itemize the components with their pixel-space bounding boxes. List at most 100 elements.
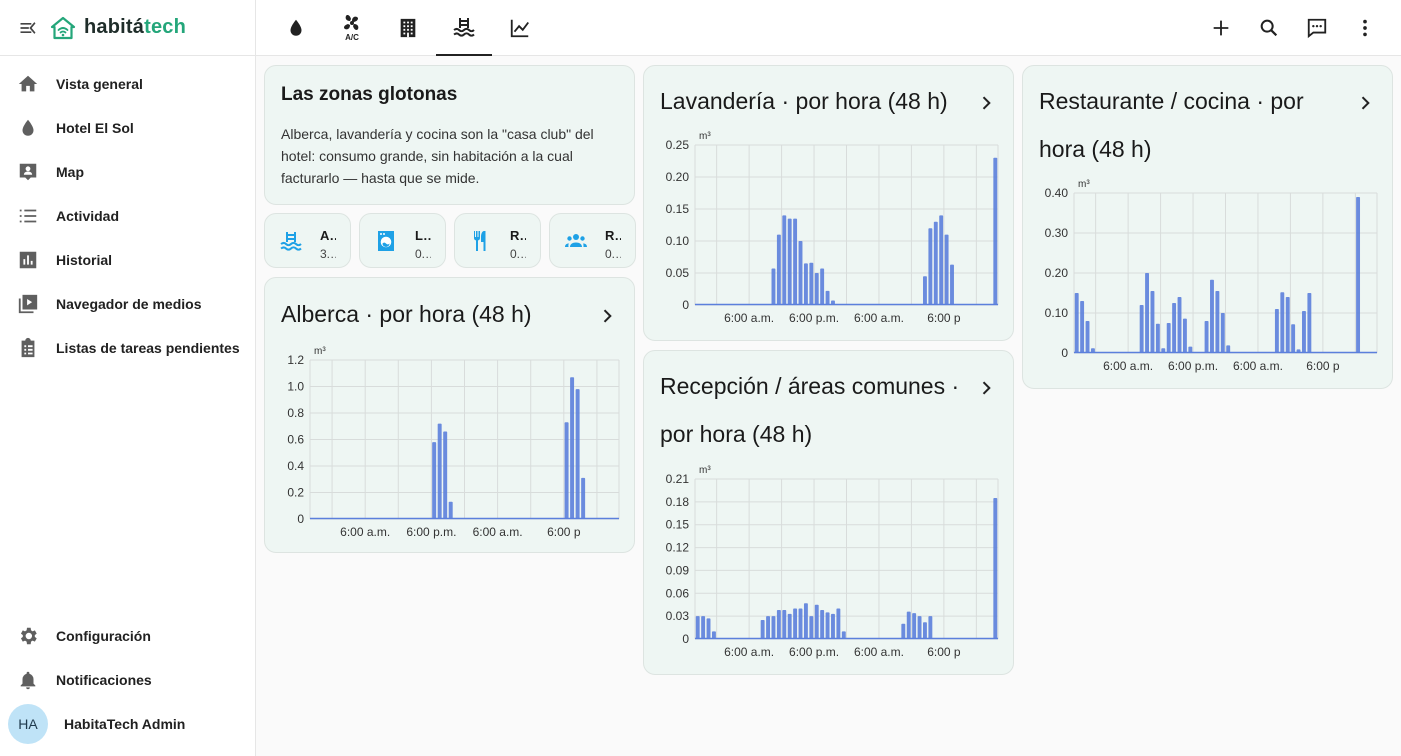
x-tick-label: 6:00 a.m. [724,311,774,325]
chart-card-alberca[interactable]: Alberca · por hora (48 h) m³ 0 0.2 0.4 0.6 0.… [264,277,635,553]
sidebar-item-configuracion[interactable]: Configuración [0,614,255,658]
chart-bar [831,613,835,639]
x-tick-label: 6:00 p [547,525,581,539]
chart-bar [793,218,798,305]
sidebar-item-label: Configuración [56,628,151,644]
bar-chart-icon [19,251,37,269]
chart-bar [1172,303,1177,353]
tab-agua[interactable] [268,0,324,56]
sidebar-bottom: Configuración Notificaciones HA HabitaTe… [0,614,255,746]
intro-title: Las zonas glotonas [281,84,458,105]
tile-alberca[interactable]: A… 3.… [264,213,351,268]
sidebar-item-navegador-de-medios[interactable]: Navegador de medios [0,282,255,326]
ac-label: A/C [345,33,359,42]
water-drop-icon [22,119,34,136]
chart-bar [928,616,933,639]
sidebar-item-hotel-el-sol[interactable]: Hotel El Sol [0,106,255,150]
sidebar-item-label: Navegador de medios [56,296,202,312]
y-tick-label: 1.2 [287,353,304,367]
x-tick-label: 6:00 p.m. [1168,359,1218,373]
chart-bar [950,264,954,305]
chart-bar [809,262,814,305]
sidebar-user[interactable]: HA HabitaTech Admin [0,702,255,746]
house-wifi-icon [50,16,76,39]
recepcion-chart: m³ 0 0.03 0.06 0.09 0.12 0.15 0.18 0.21 6:00 a.m.… [666,465,999,659]
sidebar-item-listas-de-tareas[interactable]: Listas de tareas pendientes [0,326,255,370]
sidebar-item-actividad[interactable]: Actividad [0,194,255,238]
search-button[interactable] [1245,4,1293,52]
tile-name: R… [605,228,621,243]
chart-bar [1291,324,1296,353]
tab-alberca[interactable] [436,0,492,56]
y-tick-label: 0 [1061,346,1068,360]
y-tick-label: 0.15 [666,518,690,532]
chart-card-lavanderia[interactable]: Lavandería · por hora (48 h) m³ 0 0.05 0.10… [643,65,1014,341]
lavanderia-chart: m³ 0 0.05 0.10 0.15 0.20 0.25 6:00 a.m. 6:00 p.m… [666,131,999,325]
chart-bar [787,218,792,305]
more-button[interactable] [1341,4,1389,52]
chart-bar [564,422,569,519]
chart-bar [1226,345,1231,353]
tile-restaurante[interactable]: R… 0.… [454,213,541,268]
sidebar-item-map[interactable]: Map [0,150,255,194]
chart-bar [701,616,706,639]
y-tick-label: 0.18 [666,495,690,509]
chart-bar [570,377,575,519]
chart-bar [836,608,841,639]
home-icon [18,75,38,92]
pool-icon [280,232,302,251]
chart-bar [711,631,716,639]
x-tick-label: 6:00 a.m. [854,645,904,659]
chart-bar [782,215,787,305]
chevron-right-icon [982,96,991,110]
open-chart-button[interactable] [595,304,619,328]
add-button[interactable] [1197,4,1245,52]
chart-bar [1074,293,1079,353]
open-chart-button[interactable] [1353,91,1377,115]
tab-graficas[interactable] [492,0,548,56]
chart-bar [695,616,700,639]
chart-bar [787,613,792,639]
chart-card-title: Lavandería · por hora (48 h) [660,88,948,114]
x-tick-label: 6:00 p [927,645,961,659]
chart-bar [814,273,819,305]
chart-unit-label: m³ [699,465,711,476]
search-icon [1260,19,1278,37]
chart-bar [1177,297,1182,353]
y-tick-label: 0.40 [1045,186,1069,200]
sidebar-item-historial[interactable]: Historial [0,238,255,282]
open-chart-button[interactable] [974,376,998,400]
chart-bar [923,276,927,305]
y-tick-label: 0.20 [1045,266,1069,280]
sidebar-item-notificaciones[interactable]: Notificaciones [0,658,255,702]
x-tick-label: 6:00 p.m. [789,645,839,659]
chart-bar [814,604,819,639]
sidebar-item-vista-general[interactable]: Vista general [0,62,255,106]
chart-bar [575,389,580,519]
chart-card-recepcion[interactable]: Recepción / áreas comunes · por hora (48… [643,350,1014,675]
chart-bar [760,619,765,639]
menu-toggle-button[interactable] [0,0,56,56]
y-tick-label: 0.20 [666,170,690,184]
open-chart-button[interactable] [974,91,998,115]
y-tick-label: 0.4 [287,459,304,473]
chart-card-restaurante[interactable]: Restaurante / cocina · por hora (48 h) m… [1022,65,1393,389]
assist-button[interactable] [1293,4,1341,52]
tab-edificio[interactable] [380,0,436,56]
sidebar-nav: Vista general Hotel El Sol Map Actividad… [0,62,255,370]
tile-value: 3.… [320,247,336,261]
app-logo[interactable]: habitátech [50,16,186,40]
chart-bar [1204,321,1209,353]
chart-bar [581,477,586,519]
list-icon [19,209,37,223]
logo-text: habitátech [84,16,186,39]
tile-lavanderia[interactable]: L… 0.… [359,213,446,268]
intro-card: Las zonas glotonas Alberca, lavandería y… [264,65,635,205]
x-tick-label: 6:00 a.m. [724,645,774,659]
menu-open-icon [20,21,36,34]
chart-bar [1188,346,1193,353]
tile-recepcion[interactable]: R… 0.… [549,213,636,268]
tab-aire-acondicionado[interactable]: A/C [324,0,380,56]
chart-bar [771,268,776,305]
y-tick-label: 0.12 [666,541,690,555]
